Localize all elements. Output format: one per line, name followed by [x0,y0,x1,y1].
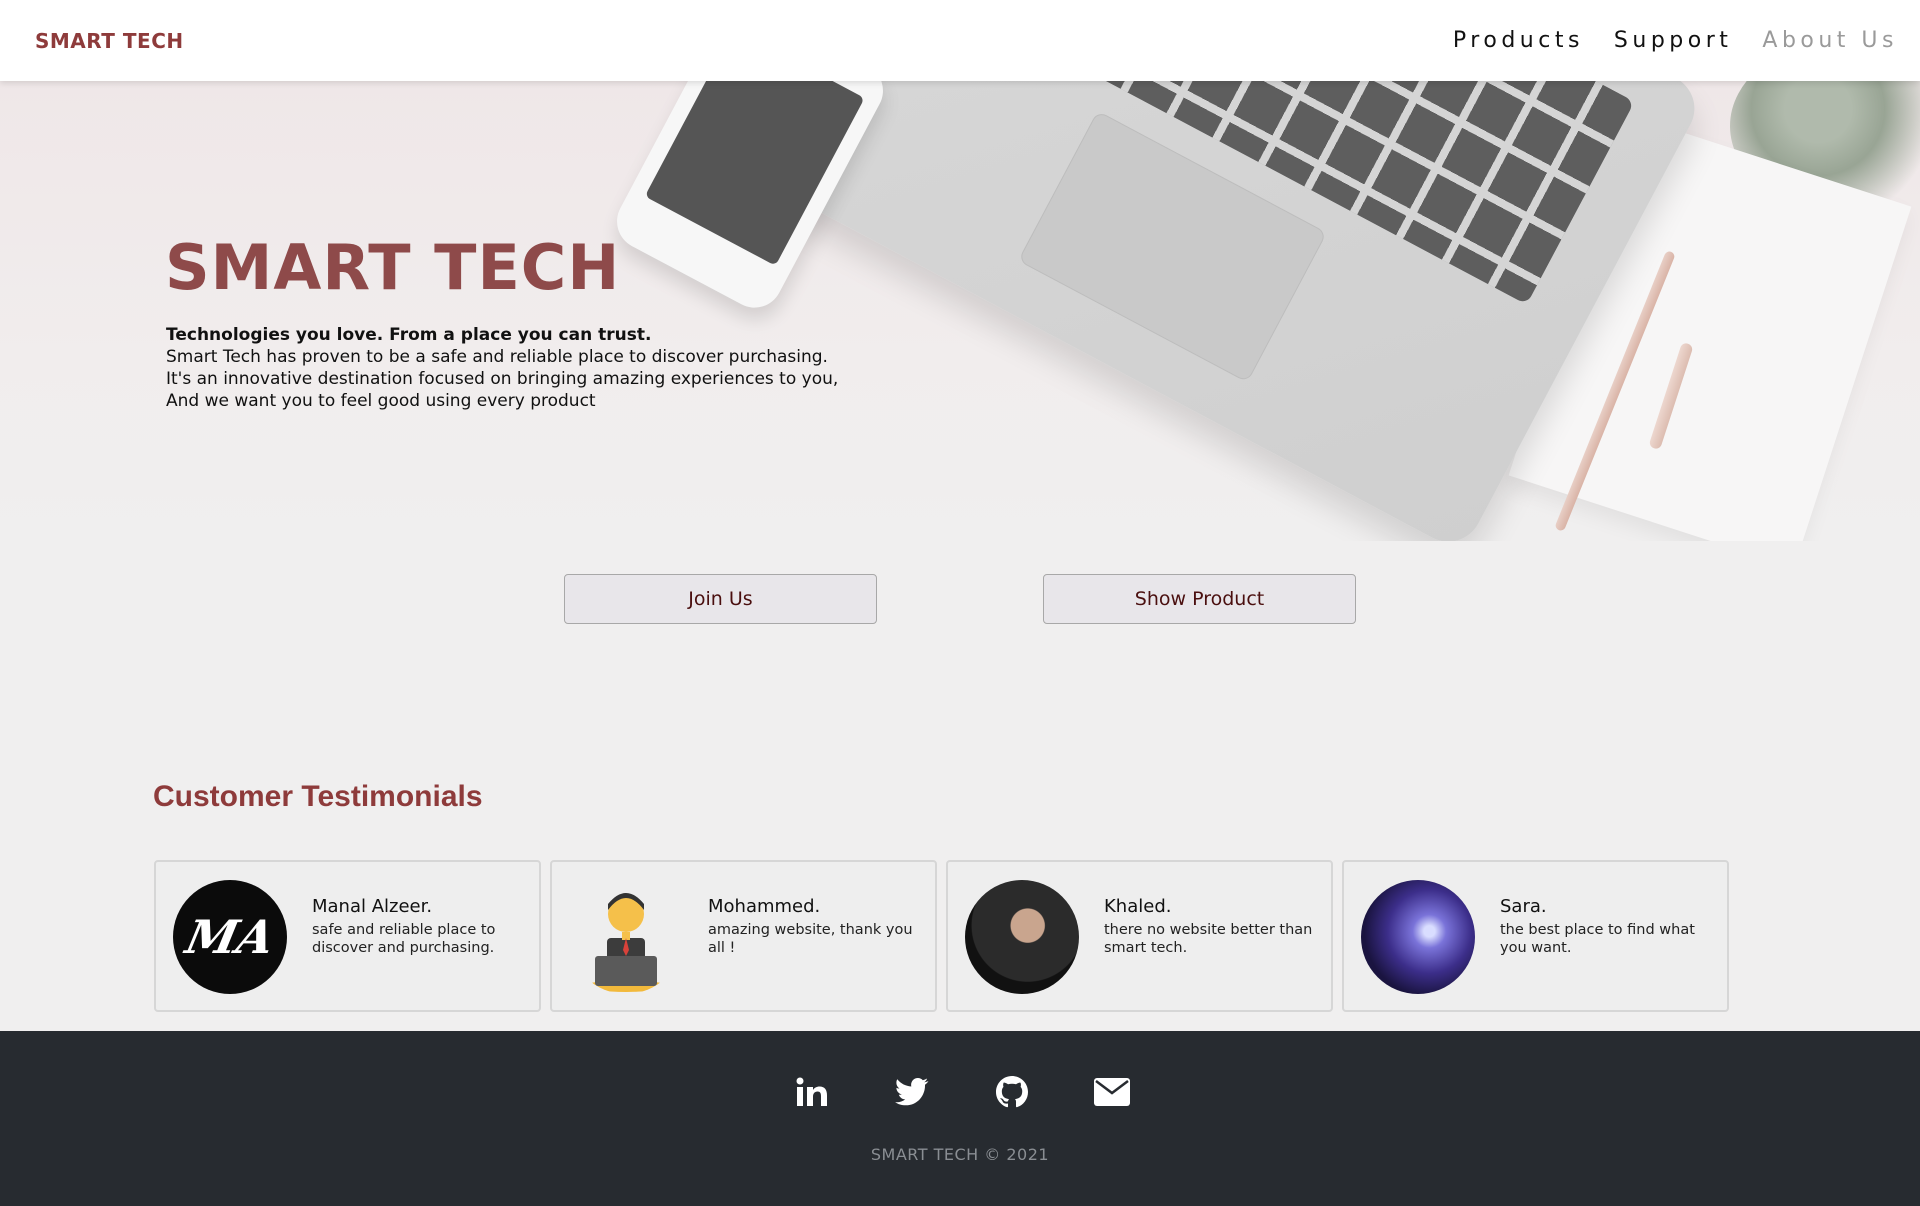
testimonials-title: Customer Testimonials [153,780,483,813]
testimonial-text: there no website better than smart tech. [1104,922,1313,956]
nav-links: Products Support About Us [1453,28,1898,53]
hero-description: Technologies you love. From a place you … [166,324,926,412]
join-us-button[interactable]: Join Us [564,574,877,624]
navbar: SMART TECH Products Support About Us [0,0,1920,81]
testimonial-text: amazing website, thank you all ! [708,922,913,956]
avatar [1361,880,1475,994]
testimonial-card: Khaled. there no website better than sma… [946,860,1333,1012]
twitter-icon[interactable] [894,1074,930,1110]
testimonial-card: Sara. the best place to find what you wa… [1342,860,1729,1012]
show-product-button[interactable]: Show Product [1043,574,1356,624]
avatar [965,880,1079,994]
testimonial-name: Mohammed. [708,896,821,917]
testimonial-text: the best place to find what you want. [1500,922,1695,956]
hero-line: It's an innovative destination focused o… [166,369,839,389]
hero-section: SMART TECH Technologies you love. From a… [0,81,1920,541]
hero-line: And we want you to feel good using every… [166,391,596,411]
user-laptop-icon [586,893,666,992]
testimonial-name: Khaled. [1104,896,1172,917]
hero-title: SMART TECH [165,231,621,304]
social-links [0,1074,1920,1110]
copyright: SMART TECH © 2021 [870,1145,1050,1164]
testimonials-list: MA Manal Alzeer. safe and reliable place… [154,860,1729,1012]
avatar: MA [173,880,287,994]
nav-link-products[interactable]: Products [1453,28,1584,53]
github-icon[interactable] [994,1074,1030,1110]
brand-logo[interactable]: SMART TECH [35,29,184,53]
nav-link-about-us[interactable]: About Us [1762,28,1898,53]
avatar-monogram: MA [180,910,280,964]
avatar [569,880,683,994]
testimonial-text: safe and reliable place to discover and … [312,922,496,956]
envelope-icon[interactable] [1094,1074,1130,1110]
phone-screen [644,81,865,266]
testimonial-name: Manal Alzeer. [312,896,433,917]
nav-link-support[interactable]: Support [1614,28,1732,53]
hero-line: Smart Tech has proven to be a safe and r… [166,347,828,367]
testimonial-card: MA Manal Alzeer. safe and reliable place… [154,860,541,1012]
testimonial-card: Mohammed. amazing website, thank you all… [550,860,937,1012]
linkedin-icon[interactable] [794,1074,830,1110]
footer [0,1031,1920,1206]
testimonial-name: Sara. [1500,896,1547,917]
hero-lead: Technologies you love. From a place you … [166,325,652,345]
